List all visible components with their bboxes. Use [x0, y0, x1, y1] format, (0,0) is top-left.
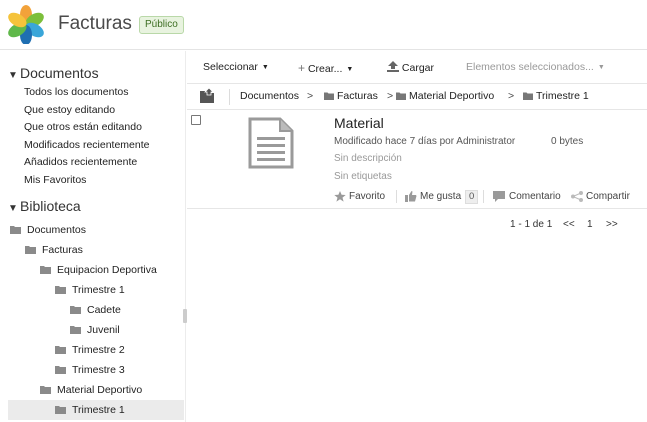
tree-node[interactable]: Trimestre 1	[8, 280, 184, 300]
document-thumbnail-icon[interactable]	[248, 117, 294, 169]
collapse-arrow-icon: ▼	[8, 70, 18, 81]
filter-recently-modified[interactable]: Modificados recientemente	[24, 137, 149, 155]
folder-icon	[55, 286, 66, 294]
tree-node[interactable]: Equipacion Deportiva	[8, 260, 184, 280]
favorite-button[interactable]: Favorito	[349, 191, 385, 202]
pagination-range: 1 - 1 de 1	[510, 219, 553, 230]
action-divider	[396, 190, 397, 203]
tree-node[interactable]: Juvenil	[8, 320, 184, 340]
document-modified-info: Modificado hace 7 días por Administrator	[334, 136, 516, 147]
tree-node[interactable]: Cadete	[8, 300, 184, 320]
comment-button[interactable]: Comentario	[509, 191, 561, 202]
breadcrumb-separator: >	[307, 90, 314, 102]
breadcrumb-divider	[229, 89, 230, 105]
upload-icon	[387, 61, 399, 72]
create-menu-button[interactable]: + Crear... ▼	[298, 61, 353, 75]
selected-items-label: Elementos seleccionados...	[466, 61, 594, 73]
tree-node-label: Documentos	[27, 224, 86, 236]
plus-icon: +	[298, 61, 306, 75]
like-button[interactable]: Me gusta	[420, 191, 461, 202]
folder-up-icon[interactable]	[199, 88, 217, 104]
library-section-toggle[interactable]: ▼ Biblioteca	[8, 198, 81, 214]
document-name-link[interactable]: Material	[334, 115, 384, 131]
folder-icon	[55, 406, 66, 414]
documents-section-toggle[interactable]: ▼ Documentos	[8, 65, 99, 81]
folder-icon	[396, 92, 406, 100]
comment-icon[interactable]	[493, 191, 505, 202]
action-divider	[483, 190, 484, 203]
filter-editing-others[interactable]: Que otros están editando	[24, 119, 149, 137]
visibility-badge: Público	[139, 16, 184, 34]
library-section-title: Biblioteca	[20, 198, 81, 214]
breadcrumb-separator: >	[508, 90, 515, 102]
tree-node[interactable]: Material Deportivo	[8, 380, 184, 400]
folder-icon	[55, 366, 66, 374]
sidebar-resize-handle[interactable]	[183, 309, 187, 323]
tree-node[interactable]: Trimestre 3	[8, 360, 184, 380]
tree-node[interactable]: Trimestre 2	[8, 340, 184, 360]
tree-node-label: Juvenil	[87, 324, 120, 336]
document-toolbar: Seleccionar ▼ + Crear... ▼ Cargar Elemento…	[187, 51, 647, 84]
folder-icon	[25, 246, 36, 254]
breadcrumb-item[interactable]: Documentos	[240, 90, 299, 102]
caret-down-icon: ▼	[261, 64, 269, 71]
create-menu-label: Crear...	[307, 63, 343, 75]
filter-all-documents[interactable]: Todos los documentos	[24, 84, 149, 102]
filter-recently-added[interactable]: Añadidos recientemente	[24, 154, 149, 172]
document-tags: Sin etiquetas	[334, 171, 392, 182]
pagination-next-button[interactable]: >>	[606, 219, 618, 230]
share-button[interactable]: Compartir	[586, 191, 630, 202]
tree-node[interactable]: Documentos	[8, 220, 184, 240]
sidebar: ▼ Documentos Todos los documentos Que est…	[0, 51, 187, 422]
site-title: Facturas	[58, 13, 132, 34]
breadcrumb-item[interactable]: Material Deportivo	[409, 90, 494, 102]
share-icon[interactable]	[571, 191, 583, 202]
folder-icon	[70, 306, 81, 314]
alfresco-logo-icon[interactable]	[6, 4, 46, 44]
tree-node-label: Facturas	[42, 244, 83, 256]
selected-items-menu[interactable]: Elementos seleccionados... ▼	[466, 61, 605, 73]
pagination-page-1[interactable]: 1	[587, 219, 593, 230]
documents-section-title: Documentos	[20, 65, 99, 81]
tree-node-label: Trimestre 3	[72, 364, 125, 376]
filter-favorites[interactable]: Mis Favoritos	[24, 172, 149, 190]
star-icon[interactable]	[334, 191, 346, 202]
breadcrumb: Documentos > Facturas > Material Deportivo > T…	[187, 84, 647, 110]
tree-node-label: Trimestre 1	[72, 284, 125, 296]
thumbs-up-icon[interactable]	[405, 191, 417, 202]
breadcrumb-item[interactable]: Facturas	[337, 90, 378, 102]
filter-editing-me[interactable]: Que estoy editando	[24, 102, 149, 120]
tree-node-label: Cadete	[87, 304, 121, 316]
breadcrumb-separator: >	[387, 90, 394, 102]
document-description: Sin descripción	[334, 153, 402, 164]
caret-down-icon: ▼	[597, 64, 605, 71]
upload-button[interactable]: Cargar	[387, 61, 434, 74]
caret-down-icon: ▼	[346, 66, 354, 73]
folder-icon	[55, 346, 66, 354]
tree-node[interactable]: Trimestre 1	[8, 400, 184, 420]
document-select-checkbox[interactable]	[191, 115, 201, 125]
folder-icon	[40, 386, 51, 394]
select-menu-button[interactable]: Seleccionar ▼	[203, 61, 269, 73]
document-size: 0 bytes	[551, 136, 584, 147]
folder-icon	[70, 326, 81, 334]
tree-node-label: Trimestre 1	[72, 404, 125, 416]
breadcrumb-item[interactable]: Trimestre 1	[536, 90, 589, 102]
tree-node-label: Trimestre 2	[72, 344, 125, 356]
tree-node-label: Material Deportivo	[57, 384, 143, 396]
select-menu-label: Seleccionar	[203, 61, 258, 73]
folder-icon	[10, 226, 21, 234]
upload-label: Cargar	[401, 62, 435, 74]
document-row[interactable]: Material Modificado hace 7 días por Admi…	[187, 110, 647, 209]
folder-icon	[40, 266, 51, 274]
app-header: Facturas Público	[0, 0, 647, 50]
folder-icon	[523, 92, 533, 100]
tree-node-label: Equipacion Deportiva	[57, 264, 157, 276]
folder-icon	[324, 92, 334, 100]
like-count: 0	[465, 190, 479, 204]
tree-node[interactable]: Facturas	[8, 240, 184, 260]
pagination-prev-button[interactable]: <<	[563, 219, 575, 230]
collapse-arrow-icon: ▼	[8, 203, 18, 214]
document-filters: Todos los documentos Que estoy editando …	[24, 84, 149, 190]
